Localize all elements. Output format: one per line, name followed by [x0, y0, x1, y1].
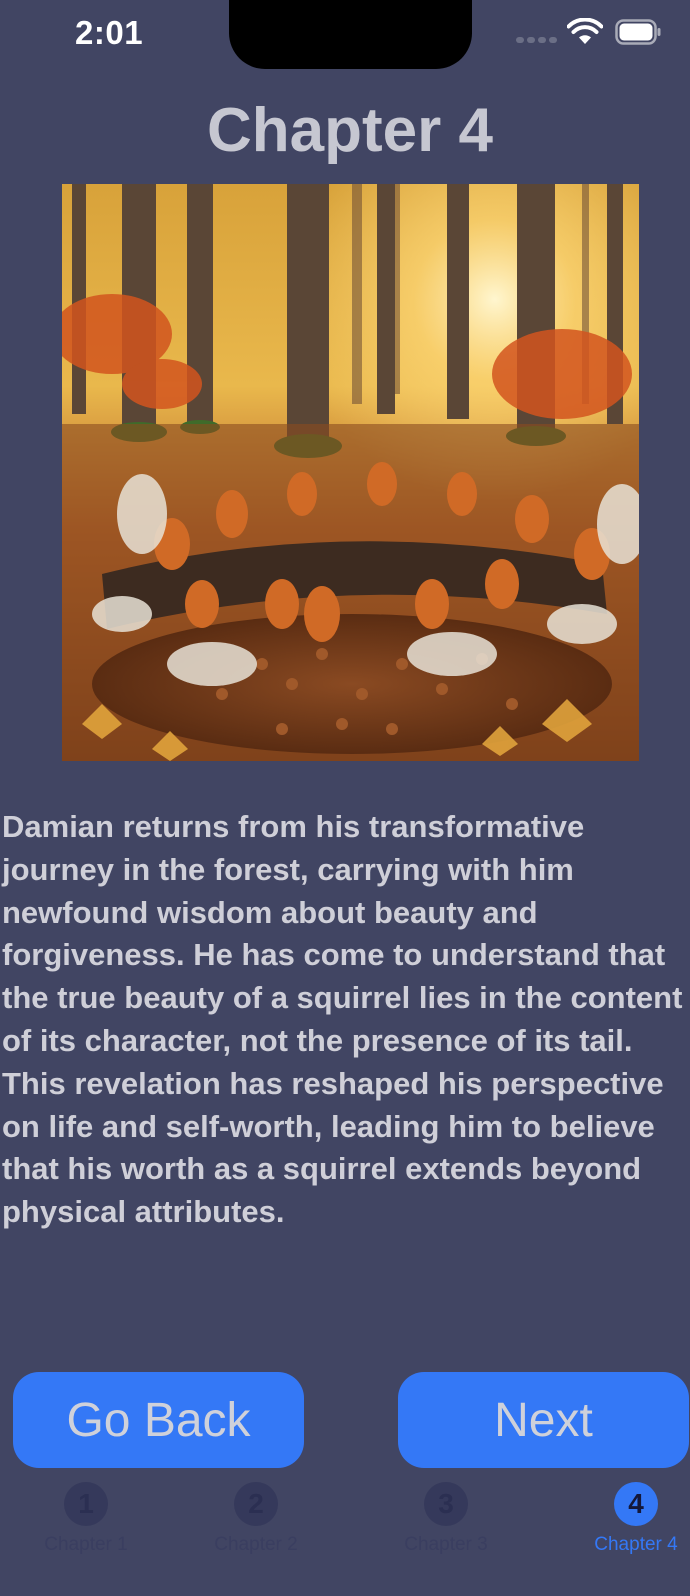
tab-number-badge: 3: [424, 1482, 468, 1526]
dynamic-island: [229, 0, 472, 69]
chapter-illustration: [62, 184, 639, 761]
tab-number-badge: 1: [64, 1482, 108, 1526]
status-time: 2:01: [75, 14, 144, 51]
tab-chapter-4[interactable]: 4 Chapter 4: [550, 1480, 690, 1556]
tab-label: Chapter 3: [404, 1534, 488, 1555]
tab-chapter-3[interactable]: 3 Chapter 3: [360, 1480, 532, 1556]
go-back-button[interactable]: Go Back: [13, 1372, 304, 1468]
cellular-signal-icon: [516, 37, 557, 43]
battery-icon: [615, 19, 661, 45]
tab-chapter-2[interactable]: 2 Chapter 2: [170, 1480, 342, 1556]
status-bar: 2:01: [0, 0, 690, 70]
tab-label: Chapter 4: [594, 1534, 678, 1555]
page-title: Chapter 4: [207, 96, 493, 165]
wifi-icon: [567, 18, 603, 44]
tab-number-badge: 4: [614, 1482, 658, 1526]
chapter-tab-bar: 1 Chapter 1 2 Chapter 2 3 Chapter 3 4 Ch…: [0, 1480, 690, 1596]
tab-chapter-1[interactable]: 1 Chapter 1: [0, 1480, 172, 1556]
chapter-story-text: Damian returns from his transformative j…: [2, 809, 683, 1230]
next-button[interactable]: Next: [398, 1372, 689, 1468]
tab-number-badge: 2: [234, 1482, 278, 1526]
tab-label: Chapter 2: [214, 1534, 298, 1555]
tab-label: Chapter 1: [44, 1534, 128, 1555]
